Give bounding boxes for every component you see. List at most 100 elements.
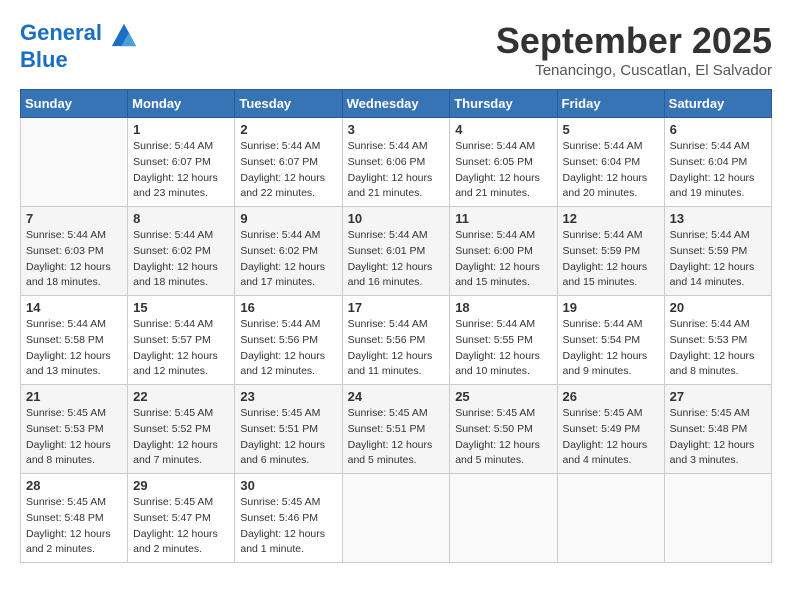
day-number: 2 xyxy=(240,122,336,137)
day-info: Sunrise: 5:45 AM Sunset: 5:48 PM Dayligh… xyxy=(26,495,122,558)
day-info: Sunrise: 5:45 AM Sunset: 5:47 PM Dayligh… xyxy=(133,495,229,558)
day-info: Sunrise: 5:45 AM Sunset: 5:46 PM Dayligh… xyxy=(240,495,336,558)
location-title: Tenancingo, Cuscatlan, El Salvador xyxy=(496,62,772,79)
calendar-cell: 16 Sunrise: 5:44 AM Sunset: 5:56 PM Dayli… xyxy=(235,296,342,385)
calendar-header-tuesday: Tuesday xyxy=(235,90,342,118)
calendar-cell: 20 Sunrise: 5:44 AM Sunset: 5:53 PM Dayli… xyxy=(664,296,771,385)
calendar-cell: 4 Sunrise: 5:44 AM Sunset: 6:05 PM Daylig… xyxy=(450,118,557,207)
day-info: Sunrise: 5:45 AM Sunset: 5:49 PM Dayligh… xyxy=(563,406,659,469)
day-number: 25 xyxy=(455,389,551,404)
day-number: 24 xyxy=(348,389,445,404)
day-info: Sunrise: 5:45 AM Sunset: 5:52 PM Dayligh… xyxy=(133,406,229,469)
day-info: Sunrise: 5:44 AM Sunset: 6:06 PM Dayligh… xyxy=(348,139,445,202)
day-info: Sunrise: 5:44 AM Sunset: 5:58 PM Dayligh… xyxy=(26,317,122,380)
calendar-cell xyxy=(21,118,128,207)
calendar-week-row: 14Sunrise: 5:44 AM Sunset: 5:58 PM Dayli… xyxy=(21,296,772,385)
calendar-header-row: SundayMondayTuesdayWednesdayThursdayFrid… xyxy=(21,90,772,118)
calendar-cell xyxy=(557,474,664,563)
calendar-cell: 19 Sunrise: 5:44 AM Sunset: 5:54 PM Dayli… xyxy=(557,296,664,385)
calendar-cell: 23Sunrise: 5:45 AM Sunset: 5:51 PM Dayli… xyxy=(235,385,342,474)
calendar-cell: 7 Sunrise: 5:44 AM Sunset: 6:03 PM Daylig… xyxy=(21,207,128,296)
calendar-cell: 1 Sunrise: 5:44 AM Sunset: 6:07 PM Daylig… xyxy=(128,118,235,207)
calendar-cell: 13Sunrise: 5:44 AM Sunset: 5:59 PM Dayli… xyxy=(664,207,771,296)
calendar-cell: 30Sunrise: 5:45 AM Sunset: 5:46 PM Dayli… xyxy=(235,474,342,563)
day-number: 27 xyxy=(670,389,766,404)
calendar-cell: 18 Sunrise: 5:44 AM Sunset: 5:55 PM Dayli… xyxy=(450,296,557,385)
day-number: 28 xyxy=(26,478,122,493)
calendar-cell: 29 Sunrise: 5:45 AM Sunset: 5:47 PM Dayli… xyxy=(128,474,235,563)
calendar-cell: 3 Sunrise: 5:44 AM Sunset: 6:06 PM Daylig… xyxy=(342,118,450,207)
calendar-header-thursday: Thursday xyxy=(450,90,557,118)
day-number: 3 xyxy=(348,122,445,137)
day-number: 21 xyxy=(26,389,122,404)
day-info: Sunrise: 5:44 AM Sunset: 5:59 PM Dayligh… xyxy=(563,228,659,291)
calendar-cell: 27Sunrise: 5:45 AM Sunset: 5:48 PM Dayli… xyxy=(664,385,771,474)
calendar-cell: 5Sunrise: 5:44 AM Sunset: 6:04 PM Daylig… xyxy=(557,118,664,207)
day-number: 18 xyxy=(455,300,551,315)
logo-text: General xyxy=(20,20,138,48)
calendar-cell: 26 Sunrise: 5:45 AM Sunset: 5:49 PM Dayli… xyxy=(557,385,664,474)
calendar-cell: 28 Sunrise: 5:45 AM Sunset: 5:48 PM Dayli… xyxy=(21,474,128,563)
day-number: 10 xyxy=(348,211,445,226)
day-number: 7 xyxy=(26,211,122,226)
day-number: 5 xyxy=(563,122,659,137)
day-info: Sunrise: 5:44 AM Sunset: 6:03 PM Dayligh… xyxy=(26,228,122,291)
page-header: General Blue September 2025 Tenancingo, … xyxy=(20,20,772,79)
day-number: 26 xyxy=(563,389,659,404)
day-info: Sunrise: 5:44 AM Sunset: 6:07 PM Dayligh… xyxy=(133,139,229,202)
day-info: Sunrise: 5:45 AM Sunset: 5:51 PM Dayligh… xyxy=(348,406,445,469)
day-info: Sunrise: 5:44 AM Sunset: 5:54 PM Dayligh… xyxy=(563,317,659,380)
calendar-cell: 10Sunrise: 5:44 AM Sunset: 6:01 PM Dayli… xyxy=(342,207,450,296)
day-info: Sunrise: 5:44 AM Sunset: 5:56 PM Dayligh… xyxy=(348,317,445,380)
calendar-cell: 25Sunrise: 5:45 AM Sunset: 5:50 PM Dayli… xyxy=(450,385,557,474)
calendar-week-row: 21 Sunrise: 5:45 AM Sunset: 5:53 PM Dayli… xyxy=(21,385,772,474)
month-title: September 2025 xyxy=(496,20,772,62)
day-info: Sunrise: 5:45 AM Sunset: 5:51 PM Dayligh… xyxy=(240,406,336,469)
calendar-header-friday: Friday xyxy=(557,90,664,118)
title-block: September 2025 Tenancingo, Cuscatlan, El… xyxy=(496,20,772,79)
logo: General Blue xyxy=(20,20,138,72)
day-number: 9 xyxy=(240,211,336,226)
day-number: 19 xyxy=(563,300,659,315)
calendar-header-sunday: Sunday xyxy=(21,90,128,118)
day-number: 22 xyxy=(133,389,229,404)
calendar-cell: 9 Sunrise: 5:44 AM Sunset: 6:02 PM Daylig… xyxy=(235,207,342,296)
day-info: Sunrise: 5:44 AM Sunset: 5:59 PM Dayligh… xyxy=(670,228,766,291)
calendar-cell xyxy=(342,474,450,563)
calendar-cell: 15 Sunrise: 5:44 AM Sunset: 5:57 PM Dayli… xyxy=(128,296,235,385)
calendar-cell: 6 Sunrise: 5:44 AM Sunset: 6:04 PM Daylig… xyxy=(664,118,771,207)
day-info: Sunrise: 5:44 AM Sunset: 6:05 PM Dayligh… xyxy=(455,139,551,202)
day-info: Sunrise: 5:44 AM Sunset: 5:56 PM Dayligh… xyxy=(240,317,336,380)
day-number: 4 xyxy=(455,122,551,137)
calendar-header-wednesday: Wednesday xyxy=(342,90,450,118)
calendar-cell: 22 Sunrise: 5:45 AM Sunset: 5:52 PM Dayli… xyxy=(128,385,235,474)
day-info: Sunrise: 5:44 AM Sunset: 6:02 PM Dayligh… xyxy=(133,228,229,291)
day-number: 1 xyxy=(133,122,229,137)
day-info: Sunrise: 5:44 AM Sunset: 6:04 PM Dayligh… xyxy=(670,139,766,202)
day-info: Sunrise: 5:44 AM Sunset: 6:02 PM Dayligh… xyxy=(240,228,336,291)
day-number: 8 xyxy=(133,211,229,226)
calendar-week-row: 7 Sunrise: 5:44 AM Sunset: 6:03 PM Daylig… xyxy=(21,207,772,296)
calendar-cell xyxy=(450,474,557,563)
calendar-week-row: 1 Sunrise: 5:44 AM Sunset: 6:07 PM Daylig… xyxy=(21,118,772,207)
calendar-cell: 8 Sunrise: 5:44 AM Sunset: 6:02 PM Daylig… xyxy=(128,207,235,296)
calendar-cell: 21 Sunrise: 5:45 AM Sunset: 5:53 PM Dayli… xyxy=(21,385,128,474)
day-info: Sunrise: 5:44 AM Sunset: 5:53 PM Dayligh… xyxy=(670,317,766,380)
day-number: 29 xyxy=(133,478,229,493)
day-number: 15 xyxy=(133,300,229,315)
day-number: 12 xyxy=(563,211,659,226)
day-info: Sunrise: 5:44 AM Sunset: 5:57 PM Dayligh… xyxy=(133,317,229,380)
calendar-cell: 24 Sunrise: 5:45 AM Sunset: 5:51 PM Dayli… xyxy=(342,385,450,474)
logo-text-blue: Blue xyxy=(20,48,138,72)
day-info: Sunrise: 5:45 AM Sunset: 5:53 PM Dayligh… xyxy=(26,406,122,469)
day-number: 6 xyxy=(670,122,766,137)
day-number: 16 xyxy=(240,300,336,315)
day-number: 20 xyxy=(670,300,766,315)
day-info: Sunrise: 5:44 AM Sunset: 5:55 PM Dayligh… xyxy=(455,317,551,380)
day-info: Sunrise: 5:44 AM Sunset: 6:07 PM Dayligh… xyxy=(240,139,336,202)
calendar-header-monday: Monday xyxy=(128,90,235,118)
calendar-cell: 11Sunrise: 5:44 AM Sunset: 6:00 PM Dayli… xyxy=(450,207,557,296)
calendar-cell: 2 Sunrise: 5:44 AM Sunset: 6:07 PM Daylig… xyxy=(235,118,342,207)
day-number: 11 xyxy=(455,211,551,226)
calendar-cell: 14Sunrise: 5:44 AM Sunset: 5:58 PM Dayli… xyxy=(21,296,128,385)
